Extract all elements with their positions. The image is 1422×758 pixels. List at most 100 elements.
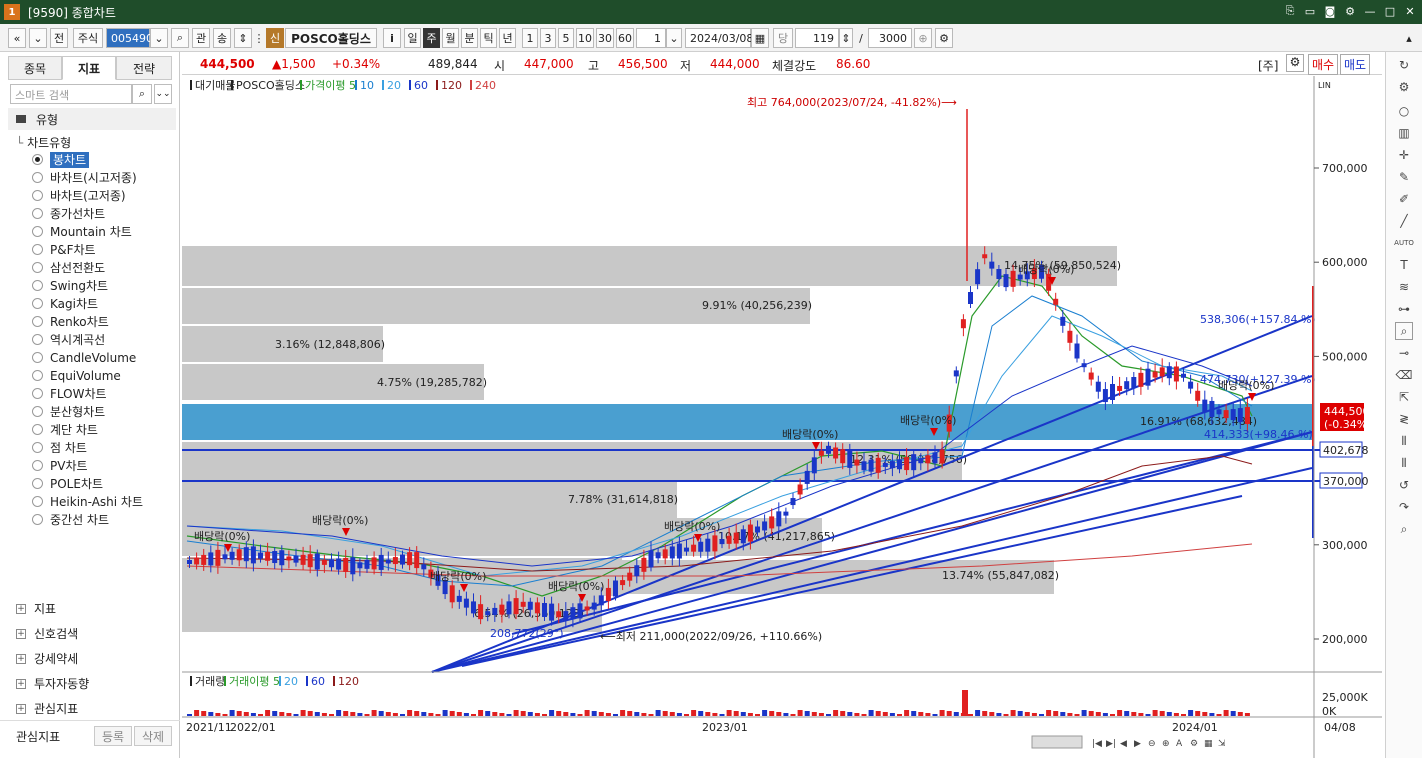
market-select[interactable]: 주식	[73, 28, 103, 48]
interval-input[interactable]: 1	[636, 28, 666, 48]
nav-dropdown-button[interactable]: ⌄	[29, 28, 47, 48]
interval-button[interactable]: 1	[522, 28, 538, 48]
chart-type-item[interactable]: 계단 차트	[50, 422, 98, 438]
find-icon[interactable]: ⌕	[1395, 520, 1413, 538]
section-type[interactable]: 유형	[8, 108, 176, 130]
chart-type-item[interactable]: Swing차트	[50, 278, 108, 294]
chart-type-item[interactable]: Heikin-Ashi 차트	[50, 494, 143, 510]
cycle-lines-icon[interactable]: ⦀	[1395, 454, 1413, 472]
link-icon[interactable]: ⎘	[1282, 3, 1298, 19]
search-icon[interactable]: ⌕	[171, 28, 189, 48]
chart-type-radio[interactable]	[32, 316, 43, 327]
chart-type-item[interactable]: PV차트	[50, 458, 88, 474]
expand-icon[interactable]: ⌄⌄	[154, 84, 172, 104]
horizontal-scrollbar[interactable]	[1031, 735, 1083, 749]
count-spinner-icon[interactable]: ⇕	[839, 28, 853, 48]
chart-type-radio[interactable]	[32, 496, 43, 507]
bar-chart-icon[interactable]: ▥	[1395, 124, 1413, 142]
chart-type-radio[interactable]	[32, 406, 43, 417]
redo-icon[interactable]: ↷	[1395, 498, 1413, 516]
chart-type-item[interactable]: 바차트(시고저종)	[50, 170, 137, 186]
indicator-group[interactable]: + 신호검색	[16, 625, 78, 642]
tab-stocks[interactable]: 종목	[8, 56, 62, 80]
chart-type-radio[interactable]	[32, 208, 43, 219]
chart-control-icon[interactable]: ▶	[1134, 739, 1141, 749]
chart-control-icon[interactable]: ⇲	[1218, 739, 1226, 749]
window-icon[interactable]: ▭	[1302, 3, 1318, 19]
sell-button[interactable]: 매도	[1340, 54, 1371, 75]
camera-icon[interactable]: ◙	[1322, 3, 1338, 19]
chart-type-radio[interactable]	[32, 172, 43, 183]
chart-type-radio[interactable]	[32, 460, 43, 471]
info-button[interactable]: i	[383, 28, 401, 48]
chart-type-item[interactable]: POLE차트	[50, 476, 103, 492]
search-icon[interactable]: ⌕	[132, 84, 152, 104]
crosshair-icon[interactable]: ✛	[1395, 146, 1413, 164]
chart-type-item[interactable]: 바차트(고저종)	[50, 188, 126, 204]
chart-type-radio[interactable]	[32, 154, 43, 165]
buy-button[interactable]: 매수	[1308, 54, 1339, 75]
date-input[interactable]: 2024/03/08	[685, 28, 753, 48]
total-input[interactable]: 3000	[868, 28, 912, 48]
tool-b-button[interactable]: 송	[213, 28, 231, 48]
period-lines-icon[interactable]: ⫴	[1395, 432, 1413, 450]
period-button[interactable]: 틱	[480, 28, 497, 48]
unit-label[interactable]: [주]	[1258, 57, 1278, 74]
indicator-group[interactable]: + 관심지표	[16, 700, 78, 717]
period-button[interactable]: 분	[461, 28, 478, 48]
gear-icon[interactable]: ⚙	[1395, 78, 1413, 96]
chart-type-radio[interactable]	[32, 334, 43, 345]
chart-control-icon[interactable]: ⚙	[1190, 739, 1198, 749]
line-icon[interactable]: ╱	[1395, 212, 1413, 230]
chart-type-item[interactable]: Mountain 차트	[50, 224, 132, 240]
chart-type-radio[interactable]	[32, 370, 43, 381]
chart-control-icon[interactable]: ▶|	[1106, 739, 1116, 749]
chart-type-radio[interactable]	[32, 280, 43, 291]
chart-type-item[interactable]: EquiVolume	[50, 368, 121, 384]
undo-icon[interactable]: ↺	[1395, 476, 1413, 494]
indicator-group[interactable]: + 강세약세	[16, 650, 78, 667]
gann-icon[interactable]: ⊶	[1395, 300, 1413, 318]
interval-button[interactable]: 3	[540, 28, 556, 48]
menu-dots-icon[interactable]: ⋮	[254, 28, 265, 48]
close-button[interactable]: ✕	[1402, 3, 1418, 19]
interval-button[interactable]: 5	[558, 28, 574, 48]
chart-type-radio[interactable]	[32, 298, 43, 309]
chart-control-icon[interactable]: ⊕	[1162, 739, 1170, 749]
interval-button[interactable]: 30	[596, 28, 614, 48]
settings-icon[interactable]: ⚙	[1342, 3, 1358, 19]
chart-type-item[interactable]: CandleVolume	[50, 350, 136, 366]
chart-type-radio[interactable]	[32, 388, 43, 399]
chart-type-radio[interactable]	[32, 514, 43, 525]
code-input[interactable]: 005490	[106, 28, 153, 48]
chart-type-item[interactable]: 역시계곡선	[50, 332, 105, 348]
zoom-in-icon[interactable]: ⊕	[914, 28, 932, 48]
chart-type-item[interactable]: 분산형차트	[50, 404, 105, 420]
interval-button[interactable]: 60	[616, 28, 634, 48]
pointer-icon[interactable]: ⇱	[1395, 388, 1413, 406]
nav-first-button[interactable]: «	[8, 28, 26, 48]
refresh-icon[interactable]: ↻	[1395, 56, 1413, 74]
toolbar-scroll-icon[interactable]: ▴	[1402, 28, 1416, 48]
tab-indicators[interactable]: 지표	[62, 56, 116, 80]
pen-icon[interactable]: ✎	[1395, 168, 1413, 186]
chart-control-icon[interactable]: |◀	[1092, 739, 1102, 749]
code-dropdown-icon[interactable]: ⌄	[150, 28, 168, 48]
chart-control-icon[interactable]: ▦	[1204, 739, 1213, 749]
period-button[interactable]: 월	[442, 28, 459, 48]
minimize-button[interactable]: —	[1362, 3, 1378, 19]
chart-control-icon[interactable]: A	[1176, 739, 1183, 749]
chart-type-item[interactable]: 점 차트	[50, 440, 87, 456]
chart-type-radio[interactable]	[32, 262, 43, 273]
prev-button[interactable]: 전	[50, 28, 68, 48]
chart-type-radio[interactable]	[32, 244, 43, 255]
count-input[interactable]: 119	[795, 28, 839, 48]
zigzag-icon[interactable]: ≷	[1395, 410, 1413, 428]
chart-type-radio[interactable]	[32, 190, 43, 201]
marker-icon[interactable]: ✐	[1395, 190, 1413, 208]
chart-type-item[interactable]: 종가선차트	[50, 206, 105, 222]
chart-type-item[interactable]: 삼선전환도	[50, 260, 105, 276]
chart-type-radio[interactable]	[32, 478, 43, 489]
tab-strategy[interactable]: 전략	[116, 56, 172, 80]
chart-type-item[interactable]: Kagi차트	[50, 296, 98, 312]
